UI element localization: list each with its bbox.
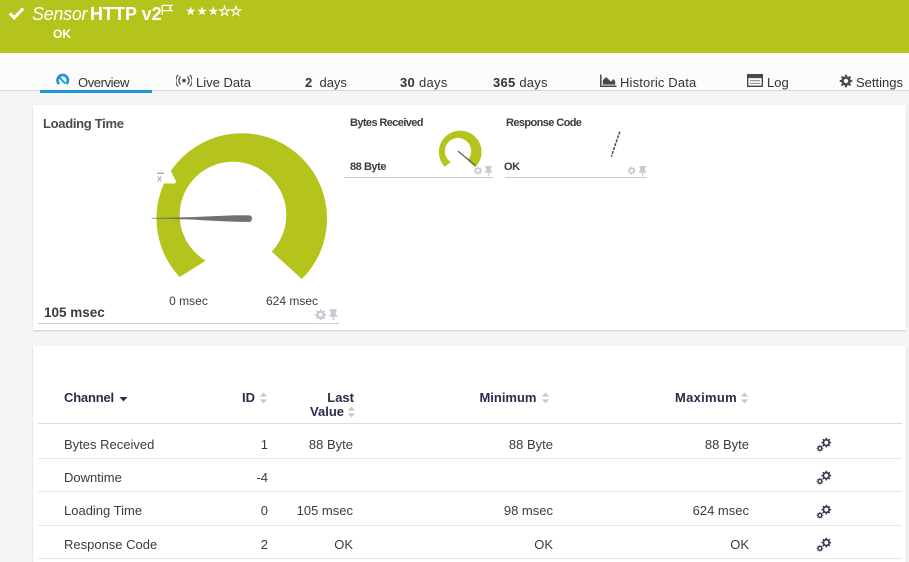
svg-text:x: x (157, 174, 162, 184)
